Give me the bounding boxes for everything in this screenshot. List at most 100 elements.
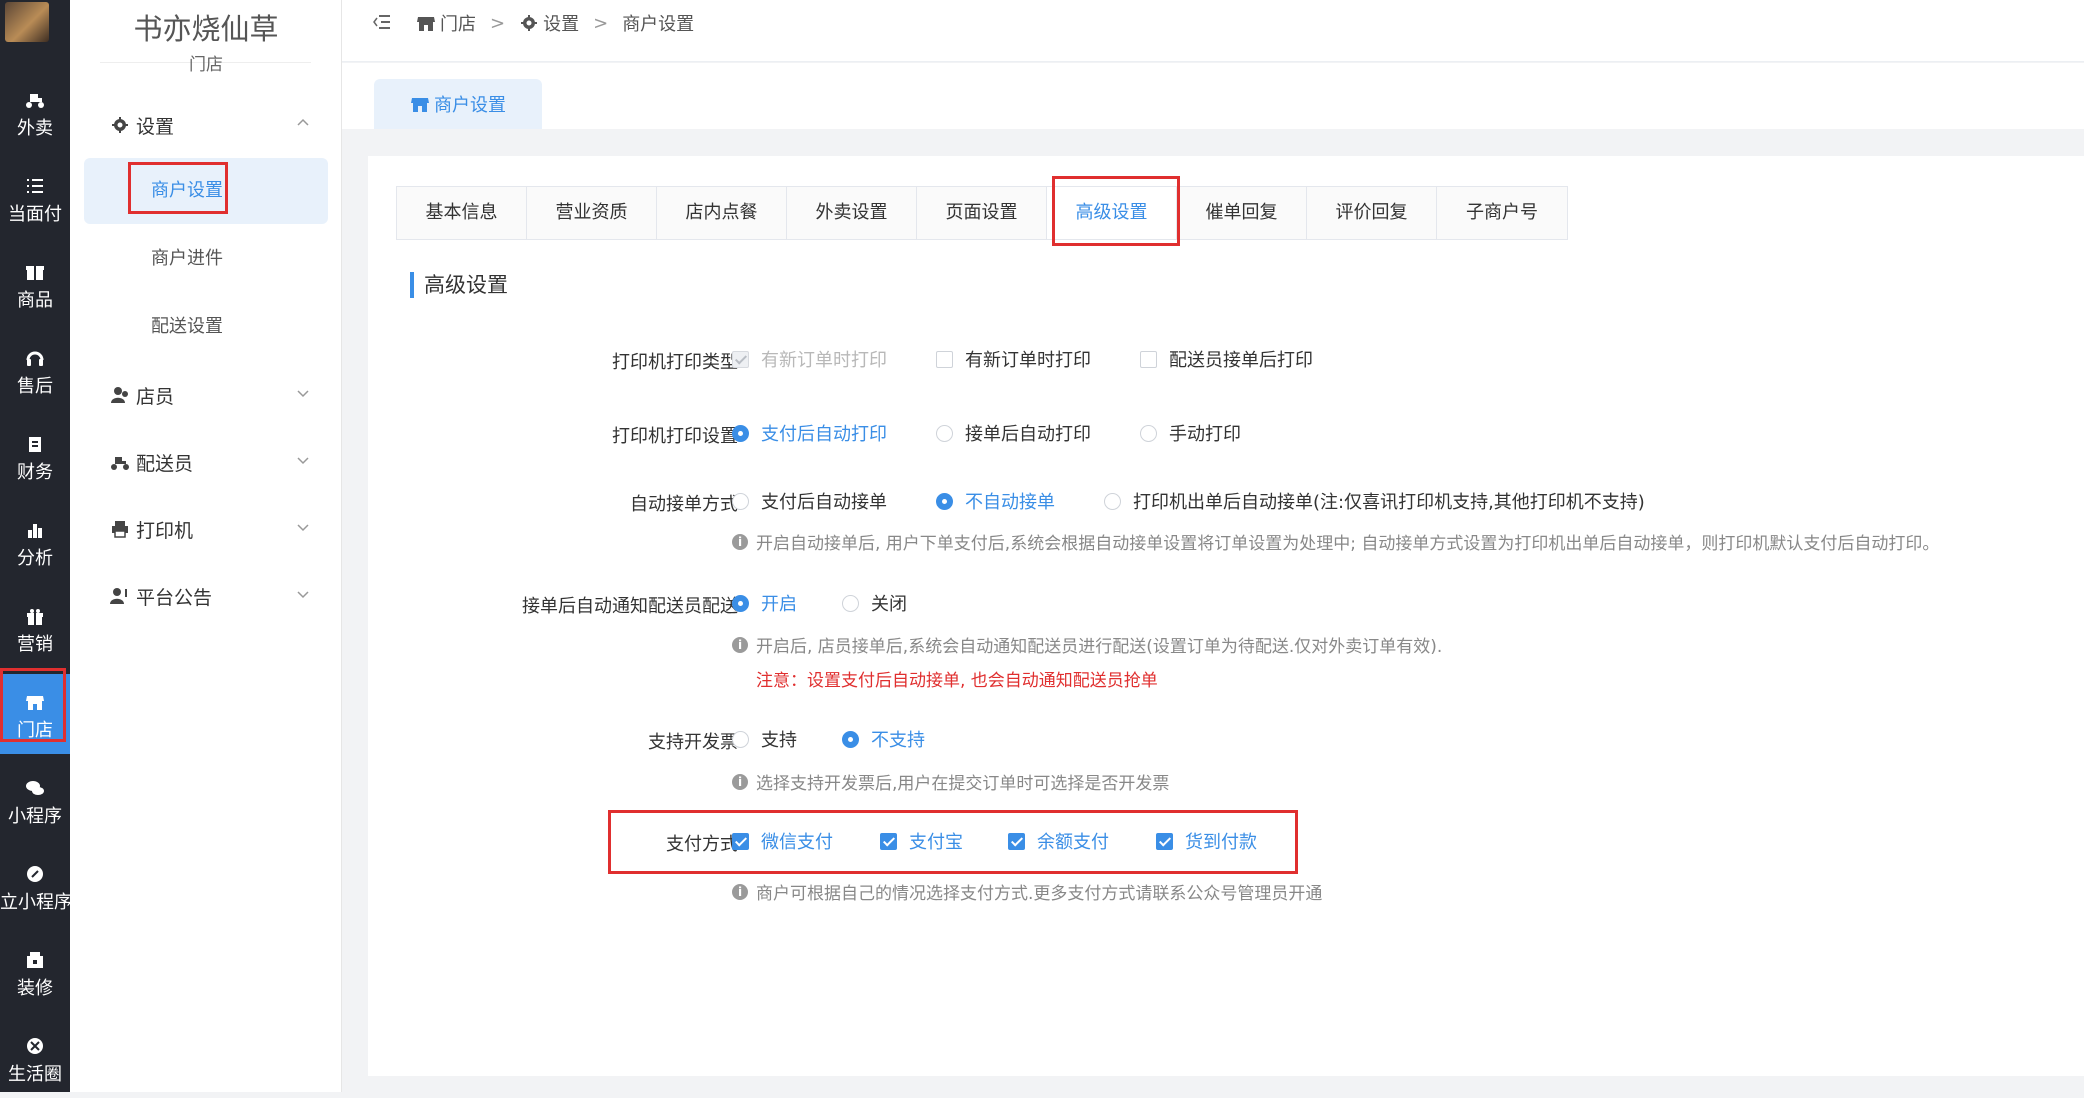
nav-item-takeout[interactable]: 外卖: [0, 72, 70, 152]
tab-urge-reply[interactable]: 催单回复: [1177, 187, 1307, 239]
print-type-option-new-order[interactable]: 有新订单时打印: [936, 344, 1091, 374]
print-type-label-box: 打印机打印类型: [388, 344, 738, 374]
print-setting-option-after-accept[interactable]: 接单后自动打印: [936, 418, 1091, 448]
menu-item-delivery-settings[interactable]: 配送设置: [84, 294, 328, 360]
tab-business-license[interactable]: 营业资质: [527, 187, 657, 239]
option-label: 支付宝: [909, 832, 963, 853]
nav-item-life-circle[interactable]: 生活圈: [0, 1018, 70, 1098]
menu-item-merchant-onboarding[interactable]: 商户进件: [84, 226, 328, 292]
page-tab-merchant-settings[interactable]: 商户设置: [374, 79, 542, 129]
print-type-option-courier-accept[interactable]: 配送员接单后打印: [1140, 344, 1313, 374]
auto-accept-label-box: 自动接单方式: [388, 486, 738, 516]
menu-group-staff[interactable]: 店员: [110, 380, 310, 410]
menu-group-courier[interactable]: 配送员: [110, 447, 310, 477]
checkbox-checked[interactable]: [1008, 832, 1025, 850]
print-setting-option-manual[interactable]: 手动打印: [1140, 418, 1241, 448]
decor-icon: [24, 950, 46, 970]
option-label: 有新订单时打印: [761, 350, 887, 371]
breadcrumb-item[interactable]: 设置: [543, 10, 579, 36]
radio-selected[interactable]: [732, 594, 749, 612]
nav-item-face-pay[interactable]: 当面付: [0, 158, 70, 238]
delivery-scooter-icon: [24, 90, 46, 110]
headset-icon: [24, 348, 46, 368]
payment-hint: i 商户可根据自己的情况选择支付方式.更多支付方式请联系公众号管理员开通: [732, 879, 1322, 904]
nav-item-after-sale[interactable]: 售后: [0, 330, 70, 410]
nav-item-analysis[interactable]: 分析: [0, 502, 70, 582]
menu-group-announcement[interactable]: 平台公告: [110, 581, 310, 611]
option-label: 不支持: [871, 730, 925, 751]
nav-item-mini-program[interactable]: 小程序: [0, 760, 70, 840]
tab-page-settings[interactable]: 页面设置: [917, 187, 1047, 239]
print-type-option-new-order-disabled: 有新订单时打印: [732, 344, 887, 374]
nav-item-store[interactable]: 门店: [0, 674, 70, 754]
menu-item-merchant-settings[interactable]: 商户设置: [84, 158, 328, 224]
option-label: 微信支付: [761, 832, 833, 853]
collapse-menu-icon[interactable]: [372, 12, 392, 32]
info-icon: i: [732, 636, 748, 653]
option-label: 支持: [761, 730, 797, 751]
print-setting-option-after-pay[interactable]: 支付后自动打印: [732, 418, 887, 448]
radio[interactable]: [732, 492, 749, 510]
chevron-down-icon: [297, 524, 309, 532]
checkbox-checked[interactable]: [1156, 832, 1173, 850]
auto-accept-hint: i 开启自动接单后, 用户下单支付后,系统会根据自动接单设置将订单设置为处理中;…: [732, 529, 1939, 554]
invoice-option-no[interactable]: 不支持: [842, 724, 925, 754]
auto-accept-option-after-pay[interactable]: 支付后自动接单: [732, 486, 887, 516]
notify-courier-option-on[interactable]: 开启: [732, 588, 797, 618]
radio[interactable]: [732, 730, 749, 748]
breadcrumb-separator: >: [490, 12, 506, 34]
breadcrumb: 门店 > 设置 > 商户设置: [416, 10, 694, 36]
info-icon: i: [732, 533, 748, 550]
gift-icon: [24, 606, 46, 626]
announcement-icon: [110, 588, 127, 604]
nav-item-decoration[interactable]: 装修: [0, 932, 70, 1012]
invoice-option-yes[interactable]: 支持: [732, 724, 797, 754]
tab-review-reply[interactable]: 评价回复: [1307, 187, 1437, 239]
menu-group-label: 店员: [136, 385, 175, 408]
settings-tabs: 基本信息 营业资质 店内点餐 外卖设置 页面设置 高级设置 催单回复 评价回复 …: [396, 186, 1568, 240]
nav-item-goods[interactable]: 商品: [0, 244, 70, 324]
radio-selected[interactable]: [936, 492, 953, 510]
option-label: 手动打印: [1169, 424, 1241, 445]
radio-selected[interactable]: [842, 730, 859, 748]
option-label: 有新订单时打印: [965, 350, 1091, 371]
payment-option-cod[interactable]: 货到付款: [1156, 826, 1257, 856]
auto-accept-option-none[interactable]: 不自动接单: [936, 486, 1055, 516]
link-icon: [24, 864, 46, 884]
menu-group-settings[interactable]: 设置: [110, 110, 310, 140]
payment-option-alipay[interactable]: 支付宝: [880, 826, 963, 856]
breadcrumb-item[interactable]: 门店: [440, 10, 476, 36]
notify-courier-option-off[interactable]: 关闭: [842, 588, 907, 618]
tab-takeout-settings[interactable]: 外卖设置: [787, 187, 917, 239]
auto-accept-option-after-print[interactable]: 打印机出单后自动接单(注:仅喜讯打印机支持,其他打印机不支持): [1104, 486, 1645, 516]
option-label: 支付后自动打印: [761, 424, 887, 445]
nav-item-marketing[interactable]: 营销: [0, 588, 70, 668]
checkbox-checked[interactable]: [732, 832, 749, 850]
option-label: 接单后自动打印: [965, 424, 1091, 445]
notify-courier-warning: 注意：设置支付后自动接单, 也会自动通知配送员抢单: [756, 671, 1158, 691]
nav-item-finance[interactable]: 财务: [0, 416, 70, 496]
checkbox[interactable]: [936, 350, 953, 368]
radio[interactable]: [936, 424, 953, 442]
tab-sub-merchant[interactable]: 子商户号: [1437, 187, 1567, 239]
payment-option-wechat[interactable]: 微信支付: [732, 826, 833, 856]
tab-dine-in[interactable]: 店内点餐: [657, 187, 787, 239]
section-title: 高级设置: [410, 272, 508, 298]
payment-option-balance[interactable]: 余额支付: [1008, 826, 1109, 856]
info-icon: i: [732, 773, 748, 790]
radio-selected[interactable]: [732, 424, 749, 442]
radio[interactable]: [1104, 492, 1121, 510]
checkbox-checked[interactable]: [880, 832, 897, 850]
tab-advanced-settings[interactable]: 高级设置: [1047, 187, 1177, 239]
radio[interactable]: [842, 594, 859, 612]
top-bar: 门店 > 设置 > 商户设置: [342, 0, 2084, 62]
breadcrumb-item: 商户设置: [622, 14, 695, 35]
nav-item-standalone-mini-program[interactable]: 立小程序: [0, 846, 70, 926]
wechat-icon: [24, 778, 46, 798]
menu-group-label: 配送员: [136, 452, 194, 475]
menu-group-printer[interactable]: 打印机: [110, 514, 310, 544]
checkbox[interactable]: [1140, 350, 1157, 368]
radio[interactable]: [1140, 424, 1157, 442]
page-tab-label: 商户设置: [434, 95, 506, 116]
tab-basic-info[interactable]: 基本信息: [397, 187, 527, 239]
